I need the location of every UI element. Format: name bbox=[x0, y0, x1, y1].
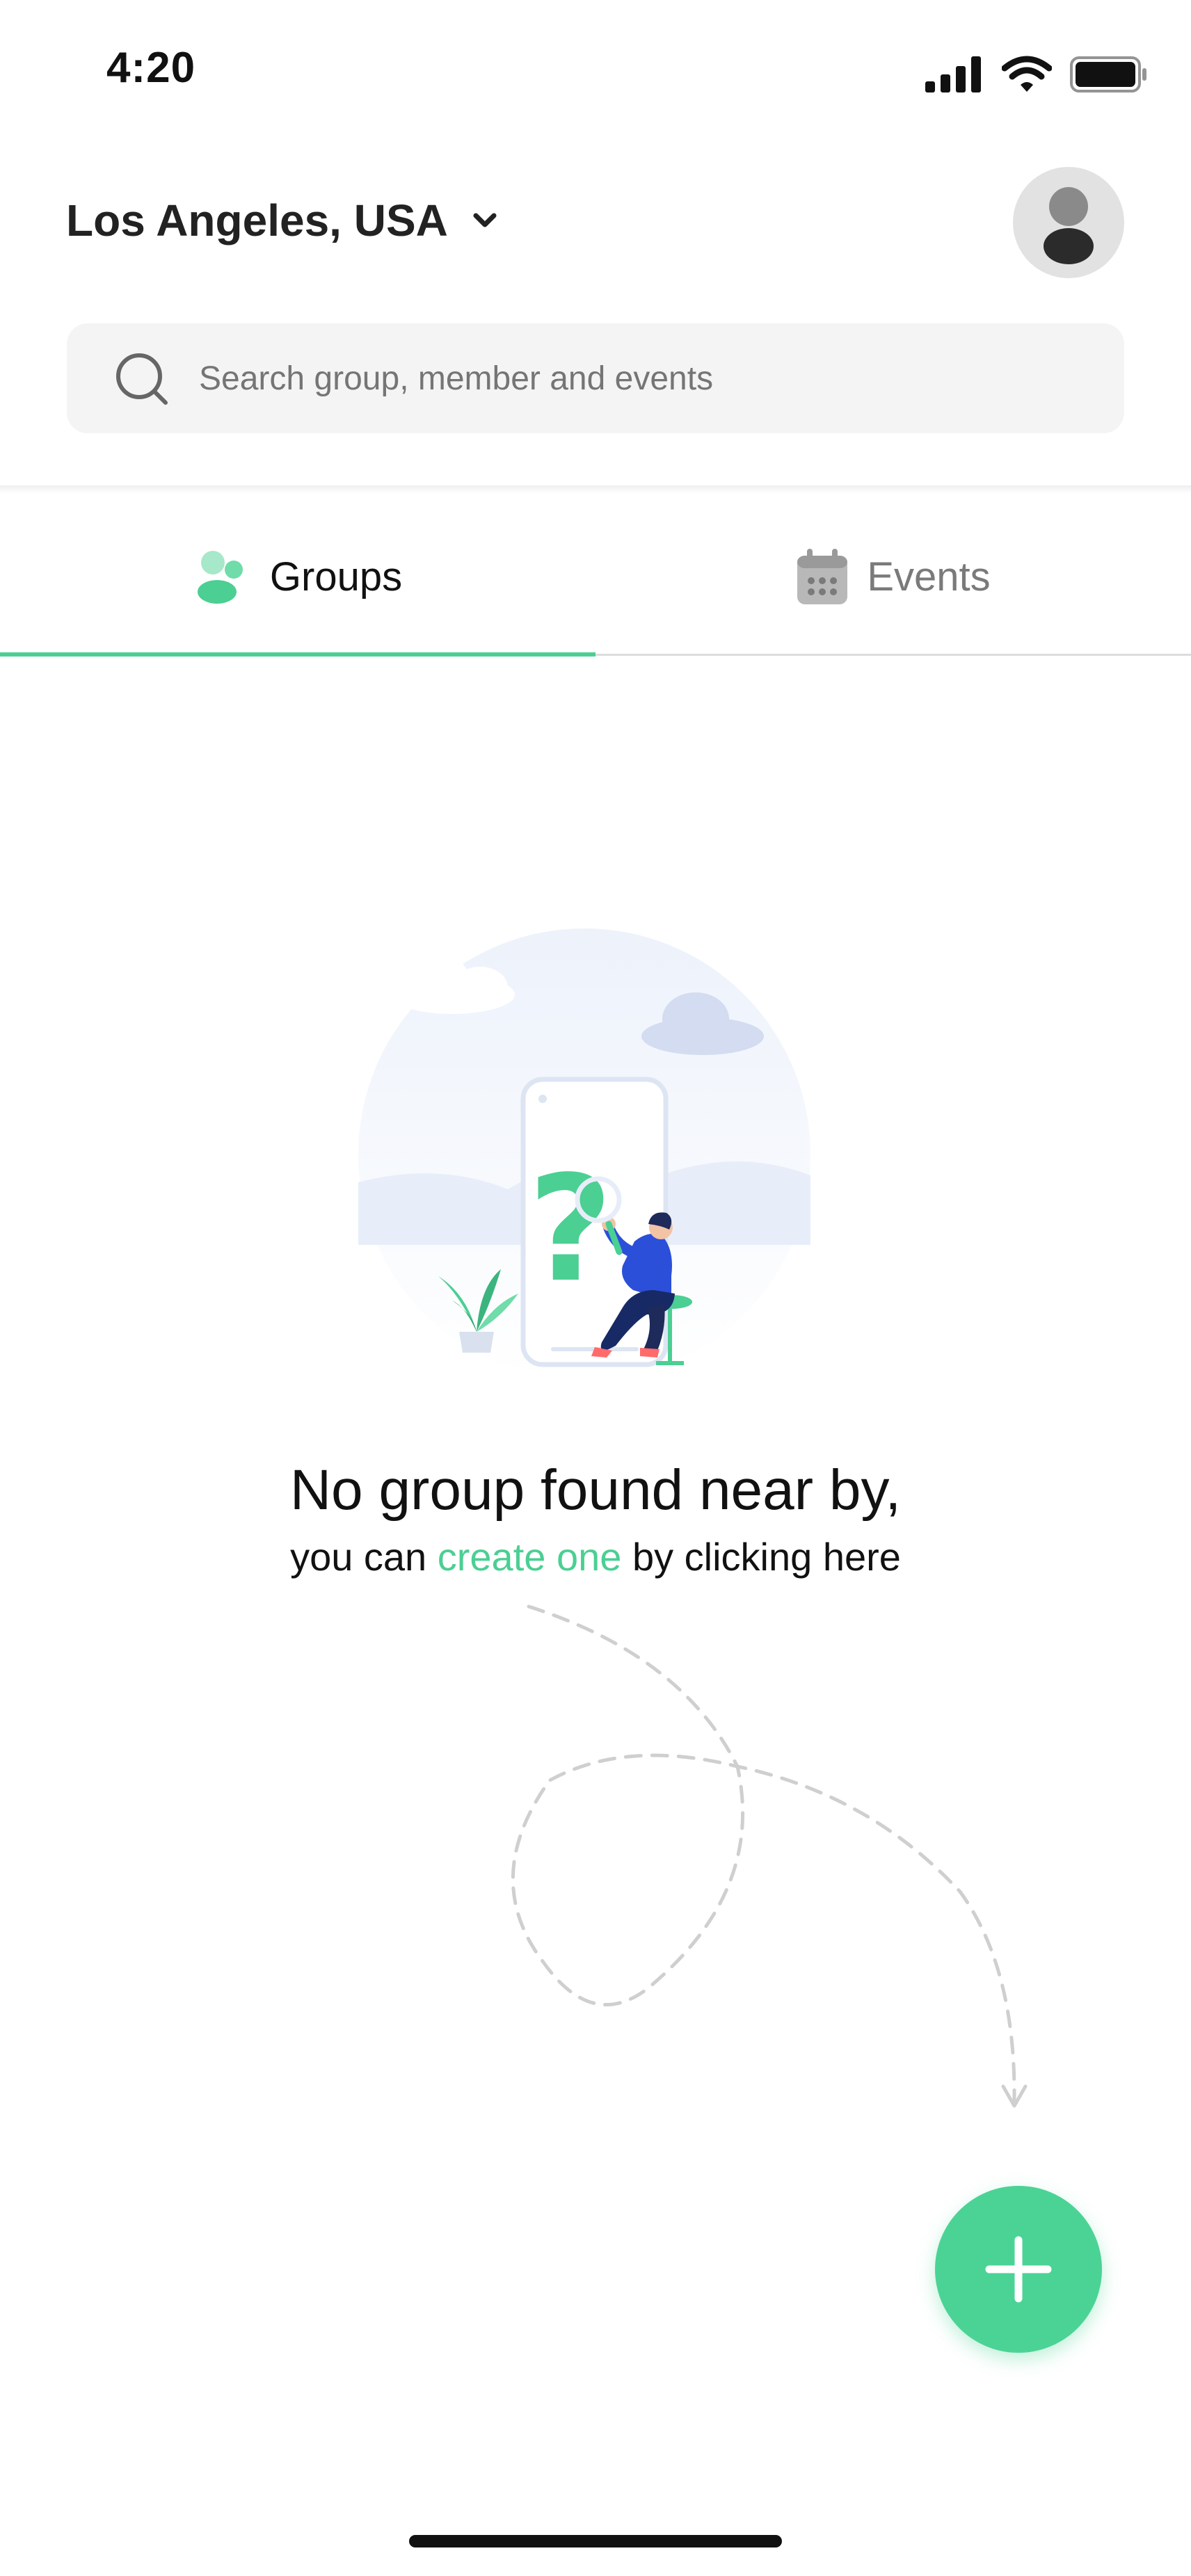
empty-state-subtitle: you can create one by clicking here bbox=[0, 1534, 1191, 1579]
wifi-icon bbox=[1002, 56, 1052, 92]
user-avatar-icon bbox=[1044, 187, 1094, 264]
create-one-link[interactable]: create one bbox=[438, 1535, 622, 1579]
header-divider bbox=[0, 485, 1191, 494]
search-icon bbox=[116, 353, 168, 405]
search-bar[interactable] bbox=[67, 323, 1124, 433]
cellular-signal-icon bbox=[925, 56, 981, 92]
battery-icon bbox=[1070, 56, 1146, 92]
status-time: 4:20 bbox=[106, 44, 196, 92]
search-input[interactable] bbox=[198, 358, 1105, 399]
tab-label-events: Events bbox=[867, 554, 991, 599]
tab-bar: Groups Events bbox=[0, 498, 1191, 655]
subtitle-text-before: you can bbox=[290, 1535, 438, 1579]
calendar-icon bbox=[797, 549, 848, 604]
avatar[interactable] bbox=[1013, 167, 1124, 278]
tab-active-indicator bbox=[0, 652, 596, 657]
chevron-down-icon bbox=[473, 213, 497, 227]
svg-text:?: ? bbox=[528, 1144, 613, 1314]
dashed-hint-arrow bbox=[511, 1604, 1028, 2108]
groups-icon bbox=[197, 551, 243, 604]
subtitle-text-after: by clicking here bbox=[621, 1535, 901, 1579]
empty-state-title: No group found near by, bbox=[289, 1458, 902, 1522]
location-label: Los Angeles, USA bbox=[66, 195, 448, 245]
home-indicator bbox=[409, 2535, 782, 2547]
status-icons bbox=[925, 54, 1148, 95]
tab-groups[interactable]: Groups bbox=[0, 498, 596, 655]
create-group-fab[interactable] bbox=[935, 2186, 1102, 2353]
plus-icon bbox=[985, 2236, 1052, 2303]
tab-label-groups: Groups bbox=[269, 554, 403, 599]
search-phone-question-illustration: ? bbox=[358, 928, 810, 1380]
location-selector[interactable]: Los Angeles, USA bbox=[66, 195, 497, 246]
tab-events[interactable]: Events bbox=[596, 498, 1191, 655]
